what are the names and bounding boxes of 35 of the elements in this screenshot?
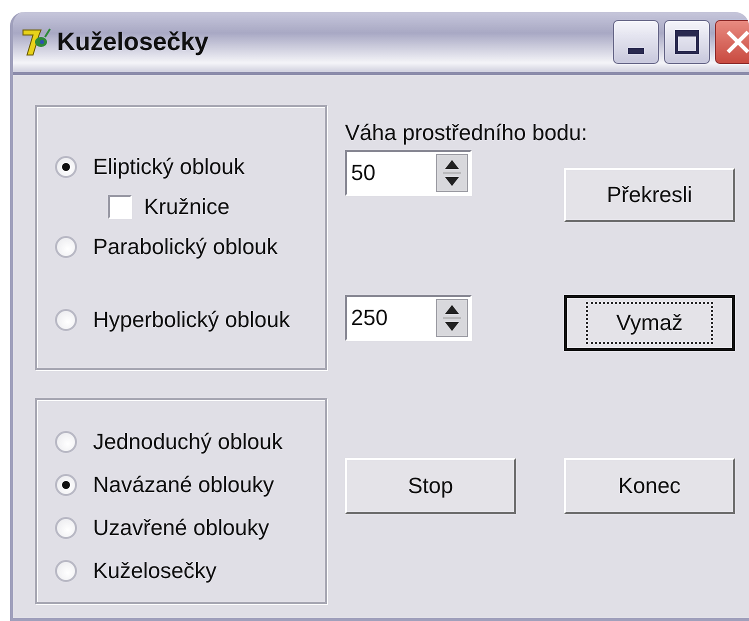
spin-arrows-icon[interactable] <box>436 299 468 337</box>
radio-dot-icon <box>62 480 70 488</box>
radio-button-label: Kuželosečky <box>93 558 217 584</box>
clear-button[interactable]: Vymaž <box>564 295 735 351</box>
stop-button[interactable]: Stop <box>345 458 516 514</box>
spin-field[interactable]: 50 <box>345 150 472 196</box>
radio-button-label: Jednoduchý oblouk <box>93 428 283 454</box>
radio-button[interactable] <box>55 430 77 452</box>
radio-button[interactable] <box>55 156 77 178</box>
spin-field[interactable]: 250 <box>345 295 472 341</box>
maximize-button[interactable] <box>664 20 710 64</box>
maximize-icon <box>675 30 699 54</box>
end-button[interactable]: Konec <box>564 458 735 514</box>
close-button[interactable] <box>715 20 749 64</box>
minimize-icon <box>628 48 644 54</box>
window-title: Kuželosečky <box>57 28 208 56</box>
radio-button-label: Navázané oblouky <box>93 472 274 498</box>
radio-button-label: Uzavřené oblouky <box>93 514 270 540</box>
spin-arrows-icon[interactable] <box>436 154 468 192</box>
close-icon <box>725 29 749 55</box>
checkbox-label: Kružnice <box>144 194 230 220</box>
redraw-button[interactable]: Překresli <box>564 168 735 222</box>
radio-button-label: Hyperbolický oblouk <box>93 307 290 333</box>
checkbox[interactable] <box>108 195 132 219</box>
radio-button[interactable] <box>55 516 77 538</box>
radio-button[interactable] <box>55 474 77 496</box>
radio-button-label: Parabolický oblouk <box>93 234 278 260</box>
radio-button[interactable] <box>55 560 77 582</box>
weight-label: Váha prostředního bodu: <box>345 120 588 146</box>
radio-dot-icon <box>62 163 70 171</box>
radio-button-label: Eliptický oblouk <box>93 154 245 180</box>
app-icon <box>21 27 51 57</box>
radio-button[interactable] <box>55 309 77 331</box>
radio-button[interactable] <box>55 236 77 258</box>
minimize-button[interactable] <box>613 20 659 64</box>
